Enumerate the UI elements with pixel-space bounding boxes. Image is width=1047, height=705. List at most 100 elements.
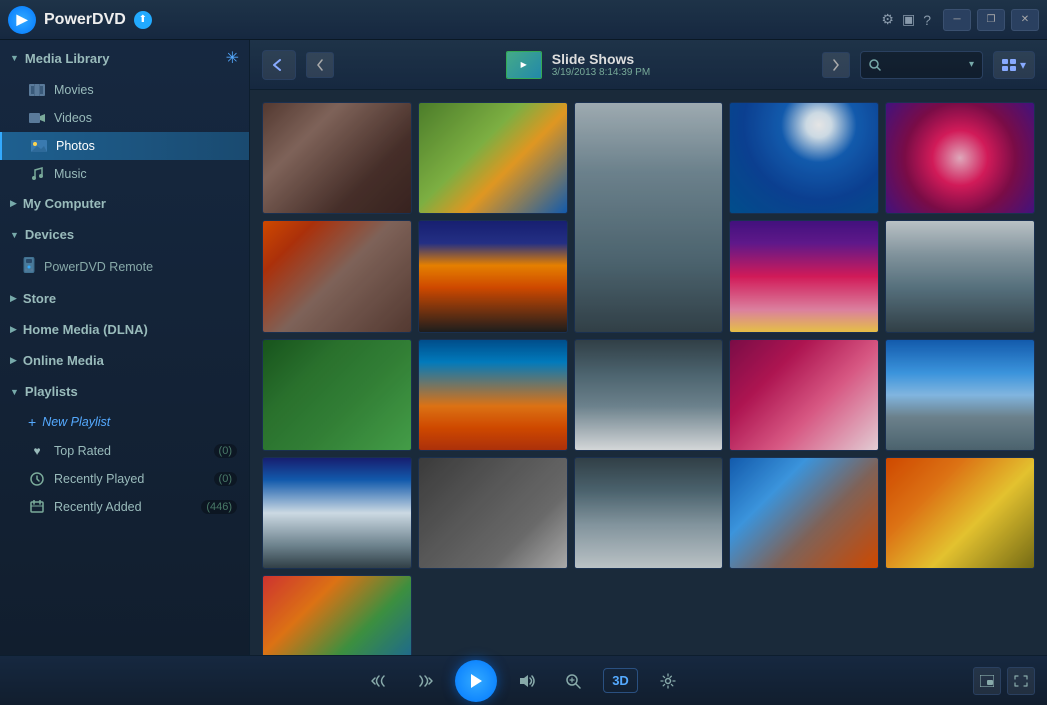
bottom-bar: 3D bbox=[0, 655, 1047, 705]
media-library-label: Media Library bbox=[25, 51, 110, 66]
sidebar-section-home-media[interactable]: ▶ Home Media (DLNA) bbox=[0, 314, 249, 345]
photo-cell[interactable] bbox=[262, 457, 412, 569]
search-box[interactable]: ▾ bbox=[860, 51, 983, 79]
play-button[interactable] bbox=[455, 660, 497, 702]
photo-grid-container bbox=[250, 90, 1047, 655]
rewind-button[interactable] bbox=[363, 665, 395, 697]
sidebar-section-online-media[interactable]: ▶ Online Media bbox=[0, 345, 249, 376]
photo-cell[interactable] bbox=[885, 220, 1035, 332]
sidebar-item-music[interactable]: Music bbox=[0, 160, 249, 188]
sidebar: ▼ Media Library ✳ Movies bbox=[0, 40, 250, 655]
powerdvd-remote-icon bbox=[22, 257, 36, 276]
content-area: ▶ Slide Shows 3/19/2013 8:14:39 PM bbox=[250, 40, 1047, 655]
photo-cell[interactable] bbox=[262, 575, 412, 655]
photo-cell[interactable] bbox=[729, 339, 879, 451]
pip-button[interactable] bbox=[973, 667, 1001, 695]
photo-cell[interactable] bbox=[885, 102, 1035, 214]
next-nav-button[interactable] bbox=[822, 52, 850, 78]
photos-label: Photos bbox=[56, 139, 237, 153]
app-name: PowerDVD bbox=[44, 11, 126, 29]
powerdvd-remote-label: PowerDVD Remote bbox=[44, 260, 153, 274]
minimize-button[interactable]: ─ bbox=[943, 9, 971, 31]
recently-played-label: Recently Played bbox=[54, 472, 214, 486]
view-toggle-button[interactable]: ▾ bbox=[993, 51, 1035, 79]
sidebar-item-recently-played[interactable]: Recently Played (0) bbox=[0, 465, 249, 493]
help-icon[interactable]: ? bbox=[923, 12, 931, 28]
my-computer-arrow: ▶ bbox=[10, 198, 17, 209]
close-button[interactable]: ✕ bbox=[1011, 9, 1039, 31]
sidebar-section-playlists[interactable]: ▼ Playlists bbox=[0, 376, 249, 407]
volume-button[interactable] bbox=[511, 665, 543, 697]
sidebar-item-recently-added[interactable]: Recently Added (446) bbox=[0, 493, 249, 521]
playlists-label: Playlists bbox=[25, 384, 78, 399]
expand-button[interactable] bbox=[1007, 667, 1035, 695]
top-rated-label: Top Rated bbox=[54, 444, 214, 458]
3d-button[interactable]: 3D bbox=[603, 668, 638, 693]
movies-label: Movies bbox=[54, 83, 237, 97]
photo-cell[interactable] bbox=[574, 339, 724, 451]
media-library-arrow: ▼ bbox=[10, 53, 19, 63]
sidebar-item-top-rated[interactable]: ♥ Top Rated (0) bbox=[0, 437, 249, 465]
devices-arrow: ▼ bbox=[10, 230, 19, 240]
content-toolbar: ▶ Slide Shows 3/19/2013 8:14:39 PM bbox=[250, 40, 1047, 90]
photo-cell[interactable] bbox=[885, 339, 1035, 451]
photo-cell[interactable] bbox=[574, 102, 724, 333]
recently-played-count: (0) bbox=[214, 472, 237, 486]
zoom-button[interactable] bbox=[557, 665, 589, 697]
playback-controls: 3D bbox=[363, 660, 684, 702]
recently-added-icon bbox=[28, 500, 46, 514]
new-playlist-plus-icon: + bbox=[28, 414, 36, 430]
view-dropdown-icon: ▾ bbox=[1020, 58, 1026, 72]
photo-cell[interactable] bbox=[262, 220, 412, 332]
sidebar-section-media-library[interactable]: ▼ Media Library ✳ bbox=[0, 40, 249, 76]
prev-nav-button[interactable] bbox=[306, 52, 334, 78]
bottom-right-controls bbox=[973, 667, 1035, 695]
home-media-label: Home Media (DLNA) bbox=[23, 322, 148, 337]
top-rated-icon: ♥ bbox=[28, 444, 46, 458]
forward-button[interactable] bbox=[409, 665, 441, 697]
new-playlist-label: New Playlist bbox=[42, 415, 110, 429]
photo-cell[interactable] bbox=[574, 457, 724, 569]
sidebar-section-devices[interactable]: ▼ Devices bbox=[0, 219, 249, 250]
photo-cell[interactable] bbox=[418, 339, 568, 451]
sidebar-item-videos[interactable]: Videos bbox=[0, 104, 249, 132]
slideshow-thumbnail: ▶ bbox=[506, 51, 542, 79]
photo-cell[interactable] bbox=[262, 339, 412, 451]
photo-cell[interactable] bbox=[729, 102, 879, 214]
playlists-arrow: ▼ bbox=[10, 387, 19, 397]
settings-icon[interactable]: ⚙ bbox=[881, 11, 894, 28]
photo-cell[interactable] bbox=[418, 457, 568, 569]
sidebar-section-store[interactable]: ▶ Store bbox=[0, 283, 249, 314]
videos-label: Videos bbox=[54, 111, 237, 125]
photo-cell[interactable] bbox=[729, 220, 879, 332]
app-logo: ▶ bbox=[8, 6, 36, 34]
display-icon[interactable]: ▣ bbox=[902, 11, 915, 28]
online-media-label: Online Media bbox=[23, 353, 104, 368]
search-dropdown-icon[interactable]: ▾ bbox=[969, 59, 974, 70]
sidebar-item-movies[interactable]: Movies bbox=[0, 76, 249, 104]
playback-settings-button[interactable] bbox=[652, 665, 684, 697]
sidebar-item-powerdvd-remote[interactable]: PowerDVD Remote bbox=[0, 250, 249, 283]
restore-button[interactable]: ❐ bbox=[977, 9, 1005, 31]
music-icon bbox=[28, 167, 46, 181]
slideshow-info: ▶ Slide Shows 3/19/2013 8:14:39 PM bbox=[506, 51, 650, 79]
update-icon[interactable]: ⬆ bbox=[134, 11, 152, 29]
back-button[interactable] bbox=[262, 50, 296, 80]
photo-cell[interactable] bbox=[885, 457, 1035, 569]
photos-icon bbox=[30, 139, 48, 153]
home-media-arrow: ▶ bbox=[10, 324, 17, 335]
slideshow-date: 3/19/2013 8:14:39 PM bbox=[552, 67, 650, 78]
my-computer-label: My Computer bbox=[23, 196, 106, 211]
photo-cell[interactable] bbox=[418, 220, 568, 332]
store-arrow: ▶ bbox=[10, 293, 17, 304]
sidebar-item-photos[interactable]: Photos bbox=[0, 132, 249, 160]
search-input[interactable] bbox=[885, 58, 965, 72]
titlebar: ▶ PowerDVD ⬆ ⚙ ▣ ? ─ ❐ ✕ bbox=[0, 0, 1047, 40]
recently-added-label: Recently Added bbox=[54, 500, 201, 514]
photo-cell[interactable] bbox=[729, 457, 879, 569]
photo-cell[interactable] bbox=[262, 102, 412, 214]
photo-grid bbox=[258, 98, 1039, 655]
sidebar-section-my-computer[interactable]: ▶ My Computer bbox=[0, 188, 249, 219]
sidebar-item-new-playlist[interactable]: + New Playlist bbox=[0, 407, 249, 437]
photo-cell[interactable] bbox=[418, 102, 568, 214]
